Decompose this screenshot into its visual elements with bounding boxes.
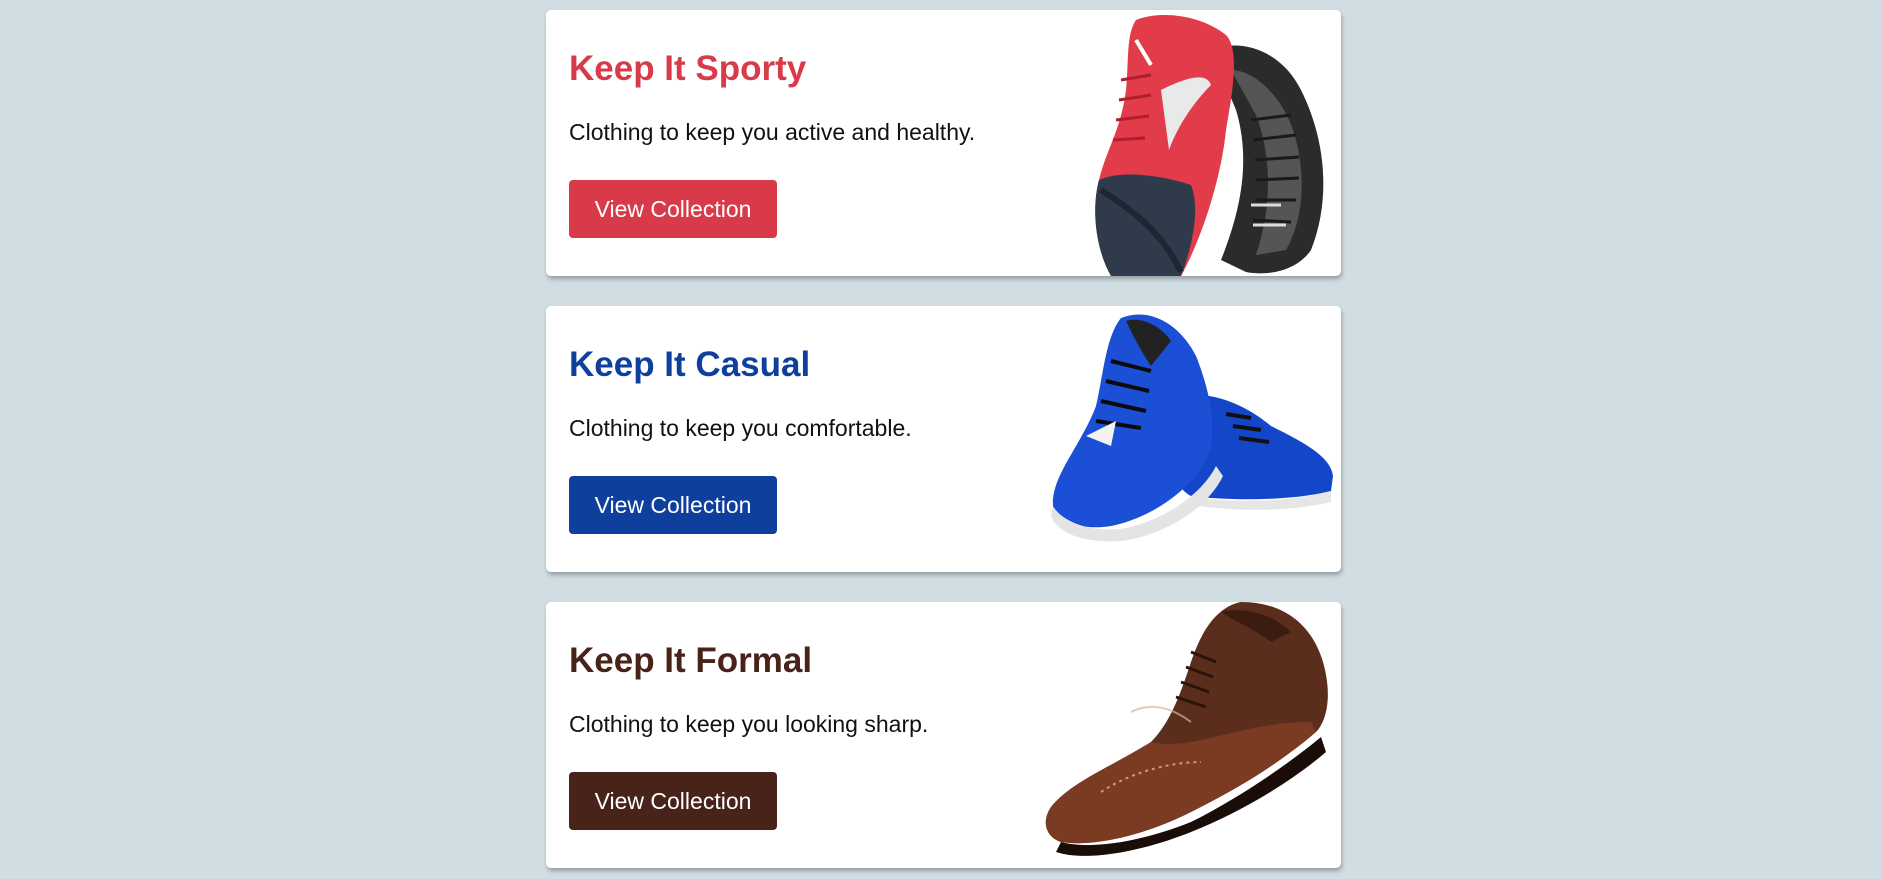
card-description: Clothing to keep you active and healthy. <box>569 119 976 145</box>
view-collection-button-formal[interactable]: View Collection <box>569 772 777 830</box>
view-collection-button-casual[interactable]: View Collection <box>569 476 777 534</box>
card-description: Clothing to keep you comfortable. <box>569 415 912 441</box>
collection-card-casual: Keep It Casual Clothing to keep you comf… <box>546 306 1341 572</box>
brown-oxford-shoe-image <box>1045 602 1328 856</box>
card-title: Keep It Casual <box>569 345 811 384</box>
collections-page: Keep It Sporty Clothing to keep you acti… <box>0 0 1882 879</box>
collection-card-formal: Keep It Formal Clothing to keep you look… <box>546 602 1341 868</box>
blue-sneakers-image <box>1051 314 1333 542</box>
view-collection-button-sporty[interactable]: View Collection <box>569 180 777 238</box>
collection-card-sporty: Keep It Sporty Clothing to keep you acti… <box>546 10 1341 276</box>
red-running-shoes-image <box>1095 15 1324 276</box>
card-description: Clothing to keep you looking sharp. <box>569 711 929 737</box>
card-title: Keep It Formal <box>569 641 813 680</box>
card-title: Keep It Sporty <box>569 49 807 88</box>
